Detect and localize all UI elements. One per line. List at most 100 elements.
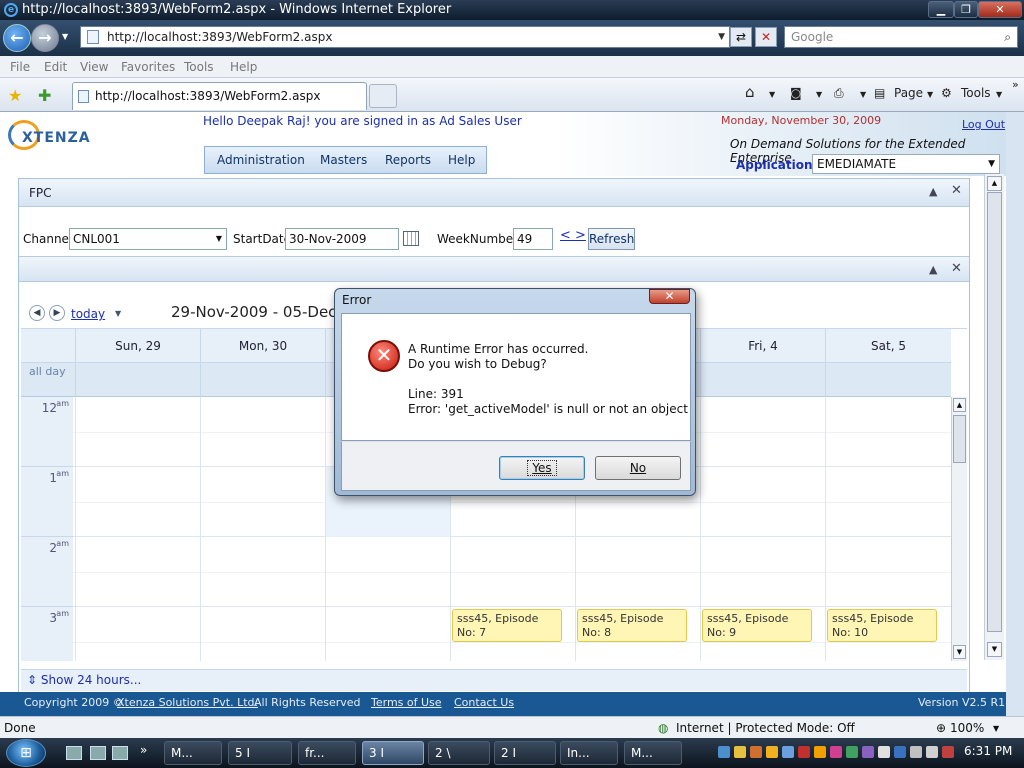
day-header[interactable]: Mon, 30	[200, 329, 325, 363]
nav-help[interactable]: Help	[448, 153, 475, 167]
no-button[interactable]: No	[595, 456, 681, 480]
prev-next-week-links[interactable]: < >	[560, 228, 586, 243]
menu-tools[interactable]: Tools	[184, 60, 214, 74]
calendar-event[interactable]: sss45, Episode No: 10	[827, 609, 937, 642]
zoom-dropdown-icon[interactable]: ▼	[993, 724, 999, 733]
calendar-event[interactable]: sss45, Episode No: 8	[577, 609, 687, 642]
taskbar-item[interactable]: M...	[164, 741, 222, 765]
tools-menu[interactable]: Tools	[961, 86, 991, 100]
quicklaunch-icon[interactable]	[90, 746, 106, 760]
page-menu[interactable]: Page	[894, 86, 923, 100]
taskbar-item[interactable]: In...	[560, 741, 618, 765]
collapse-icon[interactable]: ▲	[929, 185, 937, 198]
refresh-button[interactable]: Refresh	[588, 228, 635, 250]
collapse-icon[interactable]: ▲	[929, 263, 937, 276]
company-link[interactable]: Xtenza Solutions Pvt. Ltd.	[117, 696, 258, 709]
menu-help[interactable]: Help	[230, 60, 257, 74]
scroll-up-icon[interactable]: ▲	[953, 398, 966, 412]
taskbar-item-ie[interactable]: 3 I	[362, 741, 424, 765]
calendar-event[interactable]: sss45, Episode No: 9	[702, 609, 812, 642]
print-dropdown-icon[interactable]: ▼	[860, 90, 866, 99]
new-tab-button[interactable]	[369, 84, 397, 108]
page-menu-dropdown-icon[interactable]: ▼	[927, 90, 933, 99]
tray-icon[interactable]	[734, 746, 746, 758]
taskbar-item[interactable]: M...	[624, 741, 682, 765]
show-desktop-icon[interactable]	[66, 746, 82, 760]
yes-button[interactable]: Yes	[499, 456, 585, 480]
taskbar-item[interactable]: 2 \	[428, 741, 490, 765]
minimize-button[interactable]: ▁	[928, 1, 954, 18]
calendar-event[interactable]: sss45, Episode No: 7	[452, 609, 562, 642]
page-scrollbar[interactable]: ▲ ▼	[984, 174, 1004, 660]
home-icon[interactable]: ⌂	[745, 83, 755, 101]
taskbar-item[interactable]: fr...	[298, 741, 356, 765]
calendar-picker-icon[interactable]	[403, 231, 419, 246]
day-header[interactable]: Sat, 5	[825, 329, 951, 363]
startdate-input[interactable]: 30-Nov-2009	[285, 228, 399, 250]
scroll-down-icon[interactable]: ▼	[953, 645, 966, 659]
tray-icon[interactable]	[894, 746, 906, 758]
forward-button[interactable]: →	[31, 24, 59, 52]
nav-reports[interactable]: Reports	[385, 153, 431, 167]
feeds-icon[interactable]: ◙	[790, 86, 802, 100]
today-link[interactable]: today	[71, 307, 105, 321]
address-input[interactable]: http://localhost:3893/WebForm2.aspx ▼	[80, 26, 730, 48]
tray-icon[interactable]	[750, 746, 762, 758]
all-day-cell[interactable]	[75, 363, 200, 397]
taskbar-clock[interactable]: 6:31 PM	[964, 744, 1012, 758]
zoom-level[interactable]: 100%	[950, 721, 984, 735]
tray-icon[interactable]	[846, 746, 858, 758]
refresh-icon[interactable]: ⇄	[730, 27, 752, 47]
quicklaunch-icon[interactable]	[112, 746, 128, 760]
day-header[interactable]: Fri, 4	[700, 329, 825, 363]
start-button[interactable]: ⊞	[6, 739, 46, 767]
menu-view[interactable]: View	[80, 60, 108, 74]
favorites-star-icon[interactable]: ★	[8, 86, 22, 105]
logout-link[interactable]: Log Out	[962, 118, 1005, 131]
all-day-cell[interactable]	[700, 363, 825, 397]
tray-icon[interactable]	[878, 746, 890, 758]
tab-webform2[interactable]: http://localhost:3893/WebForm2.aspx	[72, 82, 367, 110]
quicklaunch-more-icon[interactable]: »	[140, 743, 147, 757]
scroll-down-icon[interactable]: ▼	[987, 642, 1002, 657]
all-day-cell[interactable]	[825, 363, 951, 397]
tray-icon[interactable]	[798, 746, 810, 758]
dialog-close-button[interactable]: ✕	[649, 289, 690, 304]
next-week-icon[interactable]: ▶	[49, 305, 65, 321]
taskbar-item[interactable]: 5 I	[228, 741, 292, 765]
search-input[interactable]: Google ⌕	[784, 26, 1018, 48]
volume-icon[interactable]	[926, 746, 938, 758]
day-header[interactable]: Sun, 29	[75, 329, 200, 363]
print-icon[interactable]: ⎙	[834, 86, 844, 101]
menu-edit[interactable]: Edit	[44, 60, 67, 74]
nav-masters[interactable]: Masters	[320, 153, 367, 167]
tray-icon[interactable]	[718, 746, 730, 758]
calendar-scrollbar[interactable]: ▲ ▼	[951, 397, 967, 661]
tray-icon[interactable]	[942, 746, 954, 758]
nav-administration[interactable]: Administration	[217, 153, 305, 167]
close-window-button[interactable]: ✕	[978, 1, 1022, 18]
menu-favorites[interactable]: Favorites	[121, 60, 175, 74]
scroll-up-icon[interactable]: ▲	[987, 176, 1002, 191]
security-zone[interactable]: Internet | Protected Mode: Off	[676, 721, 855, 735]
add-favorites-icon[interactable]: ✚	[38, 86, 51, 105]
stop-icon[interactable]: ✕	[755, 27, 777, 47]
feeds-dropdown-icon[interactable]: ▼	[816, 90, 822, 99]
applications-select[interactable]: EMEDIAMATE ▼	[812, 154, 1000, 174]
back-button[interactable]: ←	[3, 24, 31, 52]
today-dropdown-icon[interactable]: ▼	[115, 309, 121, 318]
search-icon[interactable]: ⌕	[1004, 27, 1011, 47]
tray-icon[interactable]	[830, 746, 842, 758]
menu-file[interactable]: File	[10, 60, 30, 74]
taskbar-item[interactable]: 2 I	[494, 741, 556, 765]
tray-icon[interactable]	[766, 746, 778, 758]
show-24-hours-link[interactable]: ⇕ Show 24 hours...	[21, 669, 967, 691]
network-icon[interactable]	[910, 746, 922, 758]
address-dropdown-icon[interactable]: ▼	[718, 27, 725, 47]
prev-week-icon[interactable]: ◀	[29, 305, 45, 321]
contact-link[interactable]: Contact Us	[454, 696, 514, 709]
tray-icon[interactable]	[782, 746, 794, 758]
weeknumber-input[interactable]: 49	[513, 228, 553, 250]
close-icon[interactable]: ✕	[951, 183, 962, 198]
tray-icon[interactable]	[814, 746, 826, 758]
